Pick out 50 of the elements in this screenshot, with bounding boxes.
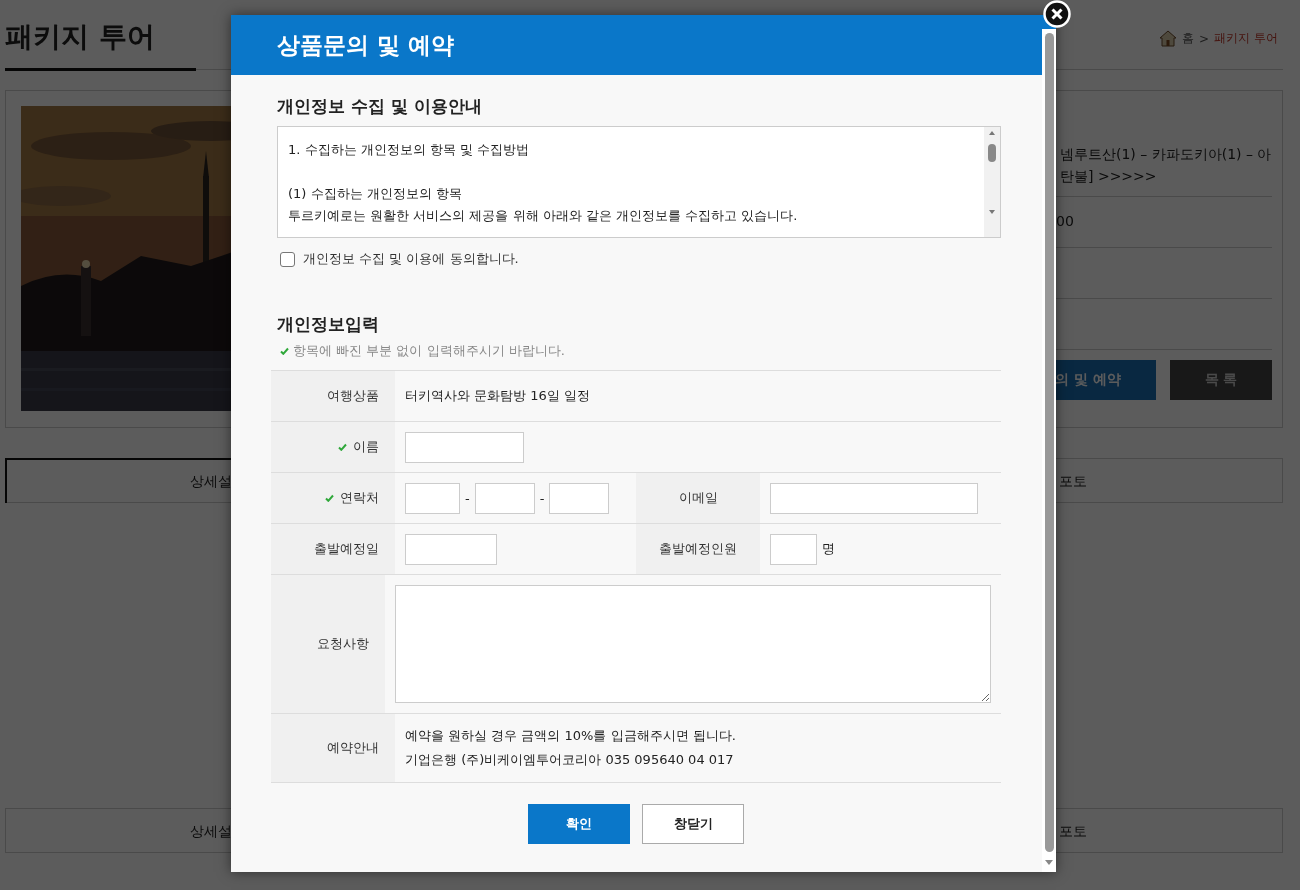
label-text: 요청사항	[317, 635, 369, 653]
section-heading: 개인정보입력	[277, 313, 380, 336]
label-text: 출발예정일	[314, 540, 379, 558]
phone-field[interactable]	[405, 482, 460, 514]
close-icon[interactable]	[1043, 0, 1071, 28]
field-label: 이메일	[636, 473, 760, 523]
scrollbar[interactable]	[1042, 29, 1056, 872]
check-icon	[338, 443, 347, 451]
product-info-text: 00	[1056, 212, 1075, 231]
date-field[interactable]	[405, 533, 497, 565]
consent-checkbox[interactable]	[280, 251, 295, 267]
page-title: 패키지 투어	[5, 18, 196, 71]
label-text: 여행상품	[327, 387, 379, 405]
scrollbar[interactable]	[984, 127, 1000, 237]
home-icon	[1159, 30, 1178, 47]
product-name: 터키역사와 문화탐방 16일 일정	[405, 387, 590, 405]
phone-field[interactable]	[474, 482, 535, 514]
unit-label: 명	[822, 540, 835, 558]
separator: -	[465, 490, 470, 506]
separator: -	[539, 490, 545, 506]
notice-text: 기업은행 (주)비케이엠투어코리아 035 095640 04 017	[405, 751, 735, 769]
check-icon	[280, 347, 289, 355]
label-text: 예약안내	[327, 739, 379, 757]
terms-text: (1) 수집하는 개인정보의 항목	[288, 185, 463, 203]
field-label: 출발예정인원	[636, 524, 760, 574]
label-text: 이름	[353, 438, 379, 456]
count-field[interactable]	[770, 533, 817, 565]
tab[interactable]: 포토	[1056, 808, 1282, 853]
confirm-button[interactable]: 확인	[528, 804, 630, 844]
terms-text: 투르키예로는 원활한 서비스의 제공을 위해 아래와 같은 개인정보를 수집하고 있습니다.	[288, 207, 799, 225]
close-button[interactable]: 창닫기	[642, 804, 744, 844]
name-field[interactable]	[405, 431, 524, 463]
check-icon	[325, 494, 334, 502]
email-field[interactable]	[770, 482, 978, 514]
tab[interactable]: 상세설	[5, 808, 232, 853]
request-field[interactable]	[395, 585, 991, 703]
phone-field[interactable]	[549, 482, 610, 514]
breadcrumb-item[interactable]: 패키지 투어	[1214, 30, 1278, 47]
form-note: 항목에 빠진 부분 없이 입력해주시기 바랍니다.	[293, 342, 565, 360]
tab[interactable]: 포토	[1056, 458, 1282, 503]
section-heading: 개인정보 수집 및 이용안내	[277, 95, 483, 118]
consent-label: 개인정보 수집 및 이용에 동의합니다.	[303, 250, 519, 268]
terms-text: 1. 수집하는 개인정보의 항목 및 수집방법	[288, 141, 531, 159]
product-info-text: 탄불] >>>>>	[1060, 167, 1158, 186]
product-info-text: 넴루트산(1) – 카파도키아(1) – 아	[1060, 145, 1272, 164]
terms-box[interactable]: 1. 수집하는 개인정보의 항목 및 수집방법 (1) 수집하는 개인정보의 항목 투르키예로는 원활한 서비스의 제공을 위해 아래와 같은 개인정보를 수집하고 있습니다.	[277, 126, 1001, 238]
notice-text: 예약을 원하실 경우 금액의 10%를 입금해주시면 됩니다.	[405, 727, 736, 745]
label-text: 연락처	[340, 489, 379, 507]
breadcrumb-item: >	[1199, 31, 1210, 46]
dialog-title: 상품문의 및 예약	[277, 30, 454, 60]
